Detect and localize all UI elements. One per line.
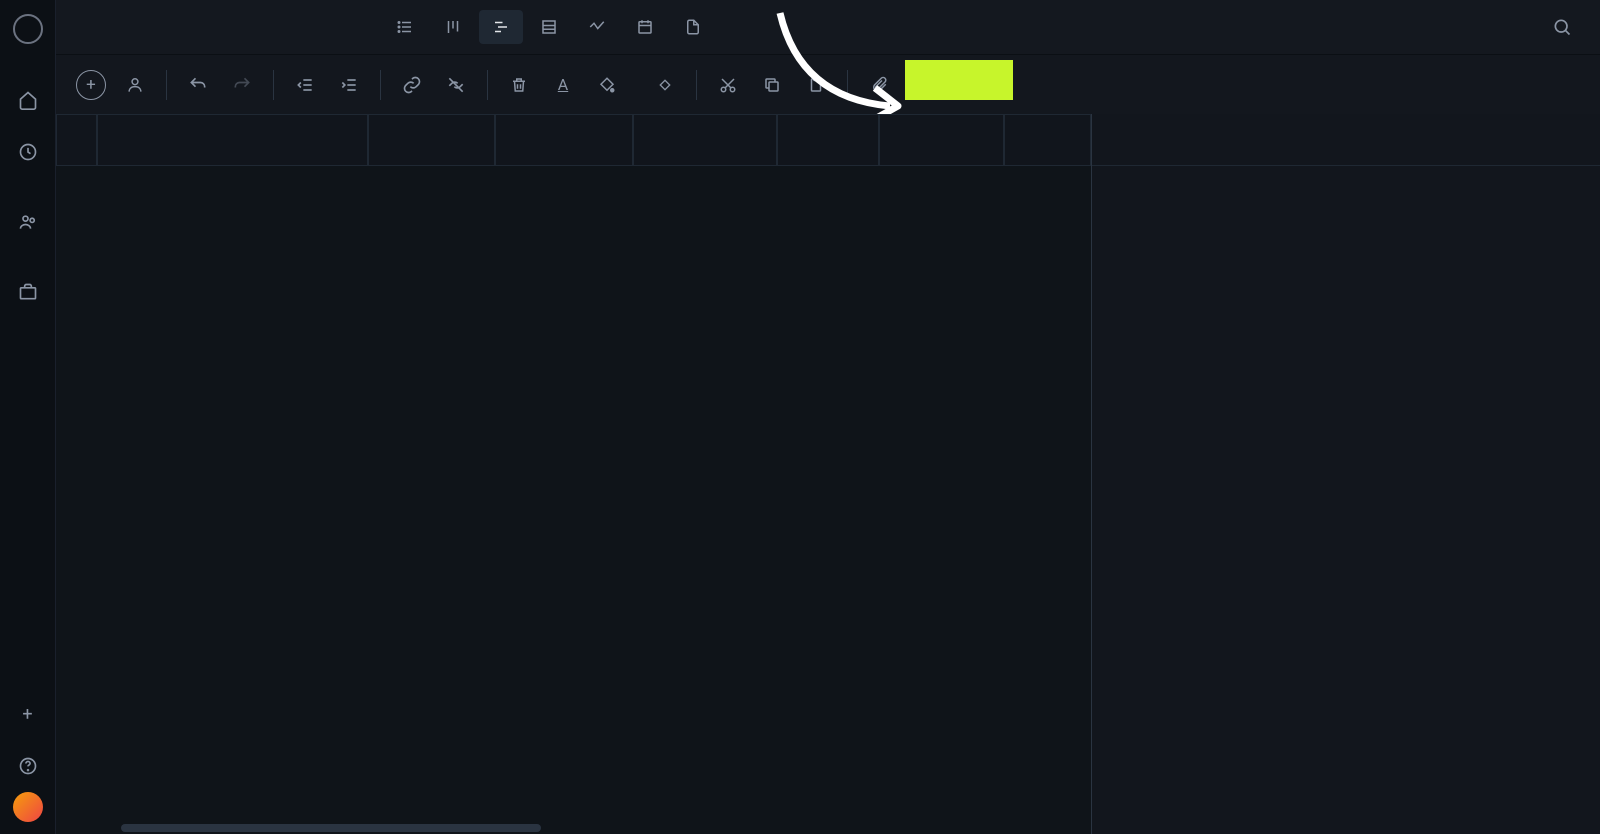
help-icon[interactable]: [8, 746, 48, 786]
col-planned-start[interactable]: [495, 114, 634, 166]
gantt-view-icon[interactable]: [479, 10, 523, 44]
delete-button[interactable]: [500, 66, 538, 104]
cta-banner[interactable]: [905, 60, 1013, 100]
copy-button[interactable]: [753, 66, 791, 104]
attach-button[interactable]: [860, 66, 898, 104]
search-icon[interactable]: [1544, 9, 1580, 45]
list-view-icon[interactable]: [383, 10, 427, 44]
paste-button[interactable]: [797, 66, 835, 104]
fill-button[interactable]: [588, 66, 626, 104]
outdent-button[interactable]: [286, 66, 324, 104]
app-logo[interactable]: [13, 14, 43, 44]
col-task-name[interactable]: [97, 114, 367, 166]
col-duration[interactable]: [368, 114, 495, 166]
view-switcher: [383, 10, 715, 44]
gantt-chart: [1091, 114, 1600, 834]
font-button[interactable]: A: [544, 66, 582, 104]
indent-button[interactable]: [330, 66, 368, 104]
assign-button[interactable]: [116, 66, 154, 104]
add-task-button[interactable]: +: [76, 70, 106, 100]
unlink-button[interactable]: [437, 66, 475, 104]
portfolio-icon[interactable]: [8, 272, 48, 312]
col-priority[interactable]: [1004, 114, 1091, 166]
col-percent-complete[interactable]: [879, 114, 1004, 166]
files-view-icon[interactable]: [671, 10, 715, 44]
redo-button[interactable]: [223, 66, 261, 104]
col-all[interactable]: [56, 114, 97, 166]
link-button[interactable]: [393, 66, 431, 104]
horizontal-scrollbar[interactable]: [121, 824, 541, 832]
recent-icon[interactable]: [8, 132, 48, 172]
dashboard-view-icon[interactable]: [575, 10, 619, 44]
grid-header: [56, 114, 1091, 166]
left-rail: +: [0, 0, 56, 834]
board-view-icon[interactable]: [431, 10, 475, 44]
col-planned-finish[interactable]: [633, 114, 776, 166]
sheet-view-icon[interactable]: [527, 10, 571, 44]
user-avatar[interactable]: [13, 792, 43, 822]
add-icon[interactable]: +: [8, 694, 48, 734]
col-assigned[interactable]: [777, 114, 879, 166]
task-grid: [56, 114, 1091, 834]
toolbar: + A: [56, 54, 1600, 114]
team-icon[interactable]: [8, 202, 48, 242]
milestone-icon[interactable]: [646, 66, 684, 104]
title-bar: [56, 0, 1600, 54]
gantt-timeline-header: [1092, 114, 1600, 166]
home-icon[interactable]: [8, 80, 48, 120]
undo-button[interactable]: [179, 66, 217, 104]
calendar-view-icon[interactable]: [623, 10, 667, 44]
cut-button[interactable]: [709, 66, 747, 104]
